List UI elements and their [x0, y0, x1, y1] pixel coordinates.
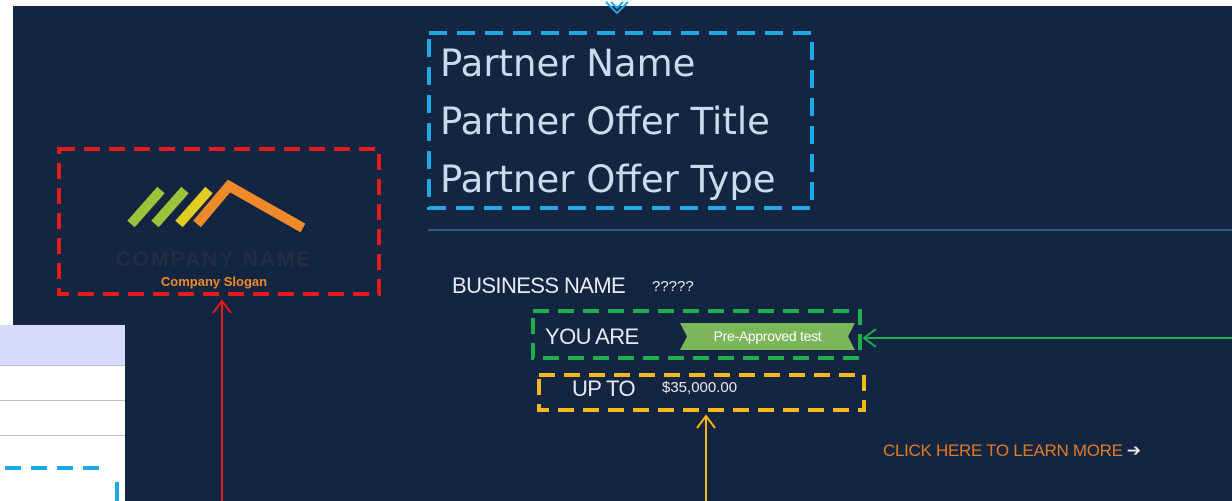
arrow-right-icon: ➔ — [1126, 441, 1141, 460]
partner-offer-type: Partner Offer Type — [440, 158, 776, 201]
side-table-row-divider — [0, 365, 125, 366]
learn-more-link[interactable]: CLICK HERE TO LEARN MORE ➔ — [883, 441, 1141, 461]
side-table-header — [0, 325, 125, 365]
logo-company-name: COMPANY NAME — [115, 248, 313, 271]
side-table-row-divider — [0, 400, 125, 401]
arrow-up-icon — [212, 299, 232, 501]
you-are-label: YOU ARE — [545, 324, 639, 349]
amount-value: $35,000.00 — [662, 379, 738, 396]
arrow-left-icon — [862, 328, 1232, 348]
chevron-down-icon — [605, 1, 629, 15]
status-badge: Pre-Approved test — [680, 323, 855, 350]
arrow-up-icon — [696, 414, 716, 501]
learn-more-label: CLICK HERE TO LEARN MORE — [883, 441, 1123, 460]
partner-offer-title: Partner Offer Title — [440, 100, 770, 143]
status-badge-label: Pre-Approved test — [713, 328, 822, 344]
business-name-value: ????? — [652, 278, 694, 295]
logo-slogan: Company Slogan — [160, 274, 268, 289]
business-name-label: BUSINESS NAME — [452, 273, 626, 298]
side-table-highlight-box — [5, 466, 119, 501]
side-table-row-divider — [0, 435, 125, 436]
divider — [428, 229, 1232, 231]
up-to-label: UP TO — [572, 376, 636, 401]
company-logo-icon — [127, 180, 306, 233]
partner-name: Partner Name — [440, 42, 696, 85]
